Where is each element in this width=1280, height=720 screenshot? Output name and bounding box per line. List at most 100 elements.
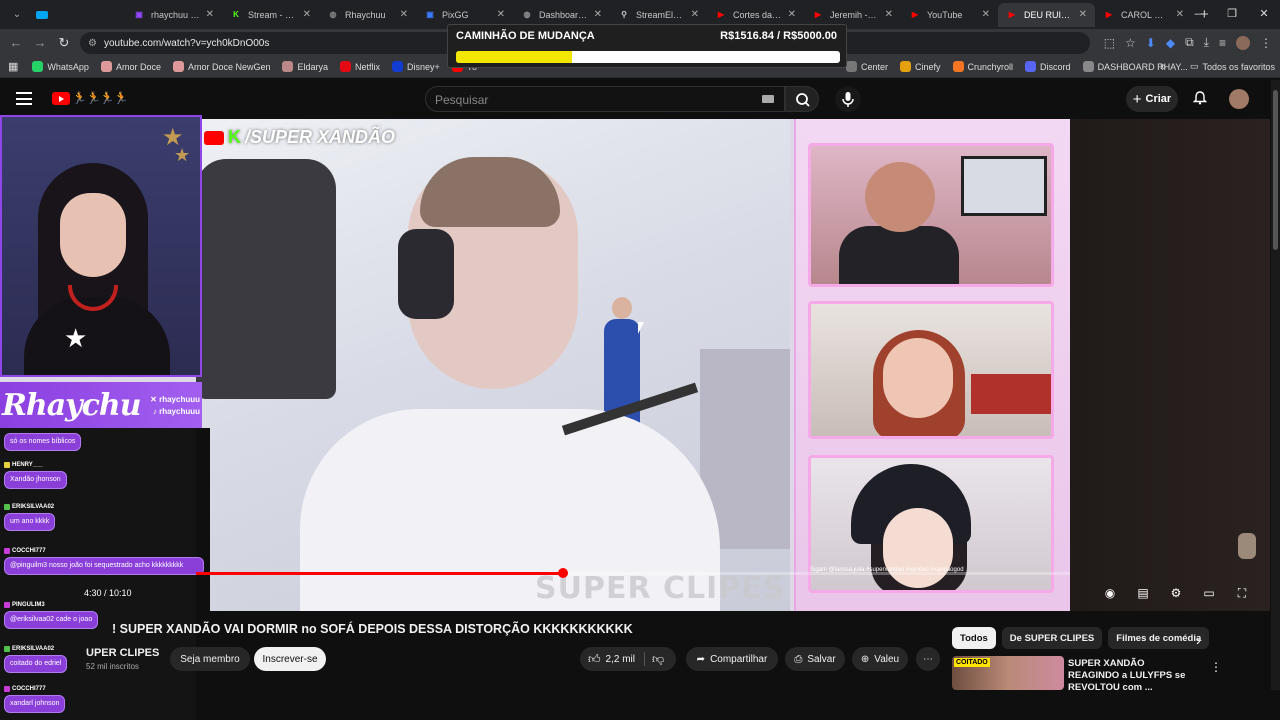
filter-chip[interactable]: Filmes de comédia <box>1108 627 1210 649</box>
browser-tab[interactable]: ▶ Cortes da Rha ✕ <box>707 3 804 27</box>
browser-tab[interactable]: ▶ CAROL REAGI ✕ <box>1095 3 1192 27</box>
bookmark-favicon <box>952 61 964 72</box>
dislike-button[interactable]: 👎︎ <box>652 652 664 667</box>
chips-next-icon[interactable]: › <box>1196 632 1201 648</box>
youtube-logo-icon[interactable] <box>52 92 70 105</box>
back-button[interactable]: ← <box>4 35 28 50</box>
bookmark-label: Discord <box>1040 61 1071 72</box>
subscribe-button[interactable]: Inscrever-se <box>254 647 326 671</box>
tab-favicon: K <box>233 10 239 19</box>
tab-close-icon[interactable]: ✕ <box>400 9 408 20</box>
subtitles-icon[interactable]: ▤ <box>1133 586 1153 602</box>
menu-icon[interactable] <box>16 92 32 105</box>
bookmark-item[interactable]: Disney+ <box>392 61 440 72</box>
extension-download-icon[interactable]: ⬇ <box>1146 36 1156 50</box>
autoplay-toggle-icon[interactable]: ◉ <box>1100 586 1120 602</box>
bookmark-item[interactable]: DASHBOARD RHAY... <box>1082 61 1188 72</box>
save-button[interactable]: ⎙ Salvar <box>785 647 845 671</box>
browser-tab[interactable]: ▣ rhaychuu - Tw ✕ <box>125 3 222 27</box>
bookmark-star-icon[interactable]: ☆ <box>1125 36 1136 50</box>
keyboard-icon[interactable] <box>762 95 774 103</box>
search-button[interactable] <box>785 86 819 112</box>
recommended-more-icon[interactable]: ⋮ <box>1210 660 1222 674</box>
browser-tab[interactable]: K Stream - Kick ✕ <box>222 3 319 27</box>
create-button[interactable]: + Criar <box>1126 86 1178 112</box>
reload-button[interactable]: ↻ <box>52 35 76 51</box>
scrollbar-thumb[interactable] <box>1273 90 1278 250</box>
bookmark-item[interactable]: Discord <box>1025 61 1071 72</box>
streamer-face <box>60 193 126 277</box>
chat-bubble: @eriksilvaa02 cade o joao <box>4 611 99 629</box>
profile-avatar[interactable] <box>1236 35 1250 50</box>
browser-tab[interactable]: ⚲ StreamElemen ✕ <box>610 3 707 27</box>
bookmark-item[interactable]: Crunchyroll <box>952 61 1013 72</box>
notifications-bell-icon[interactable] <box>1193 91 1207 105</box>
more-bookmarks-icon[interactable]: » <box>1160 61 1166 73</box>
player-controls-right: ◉ ▤ ⚙ ▭ ⛶ <box>1100 586 1252 602</box>
thanks-label: Valeu <box>874 653 900 665</box>
bookmark-item[interactable]: Amor Doce NewGen <box>172 61 270 72</box>
tab-label: Dashboard - I <box>539 9 588 20</box>
tab-close-icon[interactable]: ✕ <box>594 9 602 20</box>
filter-chip[interactable]: Todos <box>952 627 996 649</box>
all-bookmarks-label: Todos os favoritos <box>1202 61 1276 72</box>
settings-gear-icon[interactable]: ⚙ <box>1166 586 1186 602</box>
browser-menu-icon[interactable]: ⋮ <box>1260 36 1272 50</box>
tab-close-icon[interactable]: ✕ <box>206 9 214 20</box>
search-placeholder: Pesquisar <box>435 93 489 107</box>
downloads-icon[interactable]: ⤓ <box>1204 35 1209 50</box>
bookmark-item[interactable]: Eldarya <box>282 61 328 72</box>
bookmark-item[interactable]: Center <box>846 61 888 72</box>
tab-close-icon[interactable]: ✕ <box>1176 9 1184 20</box>
voice-search-button[interactable] <box>835 86 861 112</box>
tab-label: Stream - Kick <box>248 9 297 20</box>
browser-tab[interactable]: ◍ Dashboard - I ✕ <box>513 3 610 27</box>
close-window-button[interactable]: ✕ <box>1248 0 1280 29</box>
channel-name[interactable]: UPER CLIPES <box>86 647 159 659</box>
theater-mode-icon[interactable]: ▭ <box>1199 586 1219 602</box>
apps-grid-icon[interactable]: ▦ <box>8 60 18 73</box>
share-button[interactable]: ➦ Compartilhar <box>686 647 778 671</box>
browser-tab[interactable]: ▶ Jeremih - Dow ✕ <box>804 3 901 27</box>
browser-tab[interactable]: ▶ YouTube ✕ <box>901 3 998 27</box>
tab-close-icon[interactable]: ✕ <box>1079 9 1087 20</box>
page-scrollbar[interactable] <box>1271 80 1280 690</box>
goal-progress-bar <box>456 51 840 63</box>
forward-button[interactable]: → <box>28 35 52 50</box>
search-input[interactable]: Pesquisar <box>425 86 785 112</box>
tab-close-icon[interactable]: ✕ <box>691 9 699 20</box>
browser-tab[interactable]: ▶ DEU RUIM! S ✕ <box>998 2 1095 27</box>
browser-tab[interactable] <box>28 3 125 27</box>
playlist-icon[interactable]: ≡ <box>1219 36 1226 50</box>
account-avatar[interactable] <box>1229 89 1249 109</box>
recommended-title[interactable]: SUPER XANDÃO REAGINDO a LULYFPS se REVOL… <box>1068 658 1198 694</box>
extensions-icon[interactable]: ⧉ <box>1185 35 1194 50</box>
install-icon[interactable]: ⬚ <box>1104 36 1115 50</box>
bookmark-label: Disney+ <box>407 61 440 72</box>
fullscreen-icon[interactable]: ⛶ <box>1232 586 1252 602</box>
extension-shield-icon[interactable]: ◆ <box>1166 36 1175 50</box>
bookmark-item[interactable]: WhatsApp <box>32 61 89 72</box>
bookmark-item[interactable]: Netflix <box>340 61 380 72</box>
tab-close-icon[interactable]: ✕ <box>303 9 311 20</box>
browser-tab[interactable]: ◍ Rhaychuu ✕ <box>319 3 416 27</box>
all-bookmarks-folder[interactable]: ▭ Todos os favoritos <box>1190 61 1275 72</box>
tab-close-icon[interactable]: ✕ <box>885 9 893 20</box>
filter-chip[interactable]: De SUPER CLIPES <box>1001 627 1103 649</box>
like-button[interactable]: 👍︎ 2,2 mil <box>588 652 635 667</box>
browser-tab[interactable]: ▣ PixGG ✕ <box>416 3 513 27</box>
bookmark-item[interactable]: Cinefy <box>900 61 941 72</box>
bookmark-item[interactable]: Amor Doce <box>100 61 161 72</box>
tab-close-icon[interactable]: ✕ <box>982 9 990 20</box>
more-actions-button[interactable]: ⋯ <box>916 647 940 671</box>
minimize-button[interactable]: — <box>1184 0 1216 29</box>
join-button[interactable]: Seja membro <box>170 647 250 671</box>
tab-close-icon[interactable]: ✕ <box>788 9 796 20</box>
tab-close-icon[interactable]: ✕ <box>497 9 505 20</box>
thanks-button[interactable]: ⊕ Valeu <box>852 647 908 671</box>
video-progress-bar[interactable] <box>196 568 1070 578</box>
site-info-icon[interactable]: ⚙ <box>88 38 97 49</box>
recommended-thumbnail[interactable]: COITADO <box>952 656 1064 690</box>
tab-search-icon[interactable]: ⌄ <box>6 9 28 20</box>
restore-button[interactable]: ❐ <box>1216 0 1248 29</box>
